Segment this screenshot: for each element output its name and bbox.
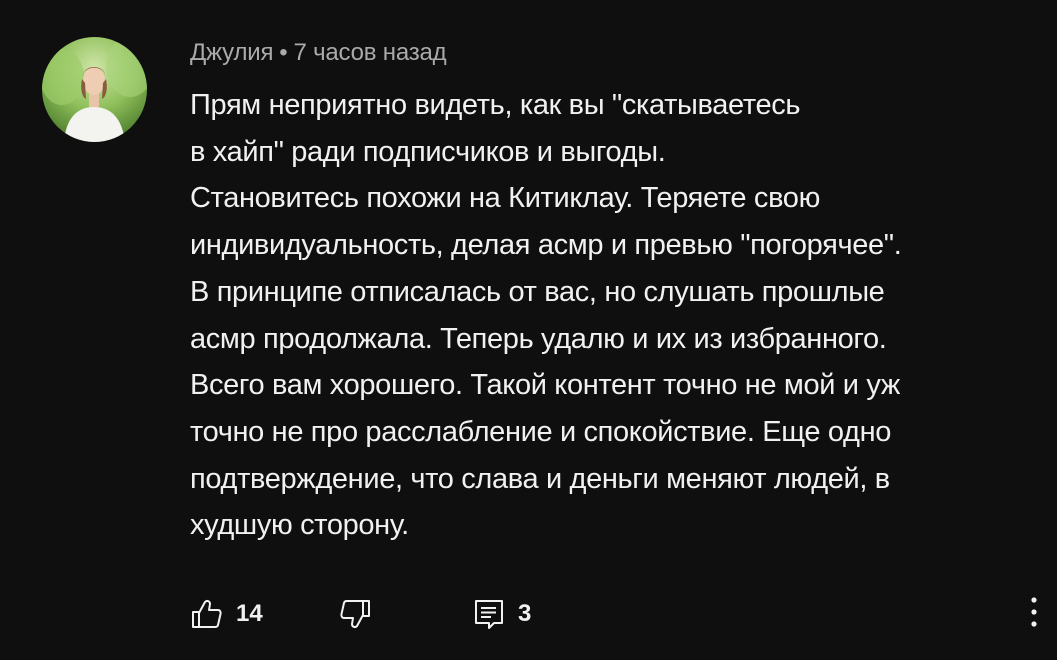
comment-text-line: Всего вам хорошего. Такой контент точно … bbox=[190, 369, 900, 402]
reply-icon bbox=[472, 597, 506, 631]
meta-separator: • bbox=[279, 39, 288, 66]
avatar[interactable] bbox=[42, 37, 147, 142]
comment-meta: Джулия • 7 часов назад bbox=[190, 38, 447, 68]
comment-text-line: Становитесь похожи на Китиклау. Теряете … bbox=[190, 182, 820, 215]
more-options-button[interactable] bbox=[1022, 592, 1046, 636]
comment-text-line: точно не про расслабление и спокойствие.… bbox=[190, 415, 892, 448]
more-vert-icon bbox=[1030, 595, 1038, 634]
comment-text-line: в хайп" ради подписчиков и выгоды. bbox=[190, 135, 666, 168]
reply-count: 3 bbox=[518, 600, 532, 627]
dislike-button[interactable] bbox=[338, 592, 372, 636]
thumb-up-icon bbox=[190, 597, 224, 631]
thumb-down-icon bbox=[338, 597, 372, 631]
comment-text: Прям неприятно видеть, как вы "скатывает… bbox=[190, 82, 1040, 549]
like-count: 14 bbox=[236, 600, 263, 627]
comment-text-line: Прям неприятно видеть, как вы "скатывает… bbox=[190, 89, 801, 121]
comment-text-line: асмр продолжала. Теперь удалю и их из из… bbox=[190, 322, 887, 355]
replies-button[interactable]: 3 bbox=[472, 592, 531, 636]
comment-text-line: В принципе отписалась от вас, но слушать… bbox=[190, 275, 885, 308]
avatar-image bbox=[42, 37, 147, 142]
comment-text-line: подтверждение, что слава и деньги меняют… bbox=[190, 462, 890, 495]
comment-actions: 14 3 bbox=[190, 592, 1050, 636]
comment-text-line: индивидуальность, делая асмр и превью "п… bbox=[190, 229, 902, 262]
comment-text-line: худшую сторону. bbox=[190, 509, 409, 542]
comment-timestamp[interactable]: 7 часов назад bbox=[293, 39, 446, 66]
like-button[interactable]: 14 bbox=[190, 592, 263, 636]
comment-thread: Джулия • 7 часов назад Прям неприятно виде… bbox=[0, 0, 1057, 660]
author-name[interactable]: Джулия bbox=[190, 39, 273, 66]
